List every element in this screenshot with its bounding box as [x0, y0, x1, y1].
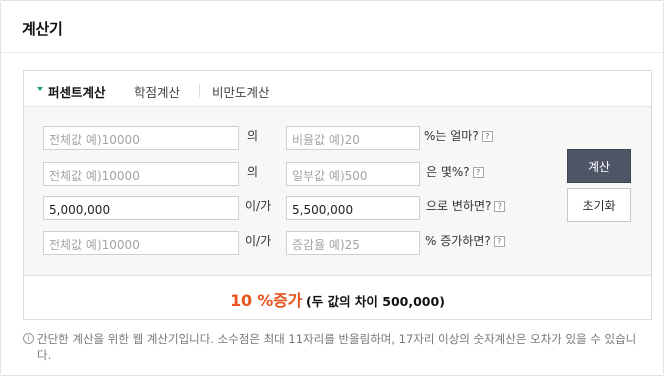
reset-button[interactable]: 초기화 — [567, 188, 631, 222]
row3-connector: 이/가 — [245, 199, 272, 213]
result-difference: (두 값의 차이 500,000) — [306, 294, 445, 309]
row2-part-input[interactable] — [286, 162, 420, 186]
row2-question: 은 몇%?? — [426, 163, 484, 180]
calculator-widget: 계산기 퍼센트계산 학점계산 비만도계산 의 %는 얼마?? 의 은 몇%?? … — [0, 0, 664, 376]
row2-connector: 의 — [247, 165, 259, 179]
row1-total-input[interactable] — [43, 126, 239, 150]
calculate-button[interactable]: 계산 — [567, 149, 631, 183]
result-area: 10 %증가 (두 값의 차이 500,000) — [24, 276, 651, 319]
row4-connector: 이/가 — [245, 234, 272, 248]
row2-suffix: 은 몇%? — [426, 165, 470, 179]
row3-suffix: 으로 변하면? — [426, 199, 492, 213]
help-icon[interactable]: ? — [494, 201, 506, 212]
help-icon[interactable]: ? — [481, 131, 493, 142]
help-icon[interactable]: ? — [493, 236, 505, 247]
widget-title: 계산기 — [22, 20, 63, 38]
row1-question: %는 얼마?? — [424, 127, 493, 144]
row3-to-input[interactable] — [286, 196, 420, 220]
notice: i 간단한 계산을 위한 웹 계산기입니다. 소수점은 최대 11자리를 반올림… — [23, 331, 648, 363]
row3-from-input[interactable] — [43, 196, 239, 220]
help-icon[interactable]: ? — [472, 167, 484, 178]
row1-suffix: %는 얼마? — [424, 129, 479, 143]
row4-total-input[interactable] — [43, 231, 239, 255]
info-icon: i — [23, 333, 34, 344]
row4-increase-input[interactable] — [286, 231, 420, 255]
result-value: 10 %증가 — [230, 291, 303, 310]
row1-connector: 의 — [247, 129, 259, 143]
notice-text: 간단한 계산을 위한 웹 계산기입니다. 소수점은 최대 11자리를 반올림하며… — [37, 332, 637, 362]
tab-active-arrow-icon — [37, 87, 43, 91]
row2-total-input[interactable] — [43, 162, 239, 186]
tab-bmi[interactable]: 비만도계산 — [212, 82, 270, 101]
title-bar: 계산기 — [1, 1, 664, 53]
row1-ratio-input[interactable] — [286, 126, 420, 150]
percent-form: 의 %는 얼마?? 의 은 몇%?? 이/가 으로 변하면?? 이/가 % 증가… — [24, 107, 651, 276]
tab-percent[interactable]: 퍼센트계산 — [48, 82, 106, 101]
tab-divider — [199, 84, 200, 97]
calculator-panel: 퍼센트계산 학점계산 비만도계산 의 %는 얼마?? 의 은 몇%?? 이/가 … — [23, 70, 652, 320]
tab-grade[interactable]: 학점계산 — [134, 82, 180, 101]
row3-question: 으로 변하면?? — [426, 197, 506, 214]
calculator-tabs: 퍼센트계산 학점계산 비만도계산 — [24, 71, 651, 107]
row4-question: % 증가하면?? — [425, 232, 505, 249]
row4-suffix: % 증가하면? — [425, 234, 491, 248]
